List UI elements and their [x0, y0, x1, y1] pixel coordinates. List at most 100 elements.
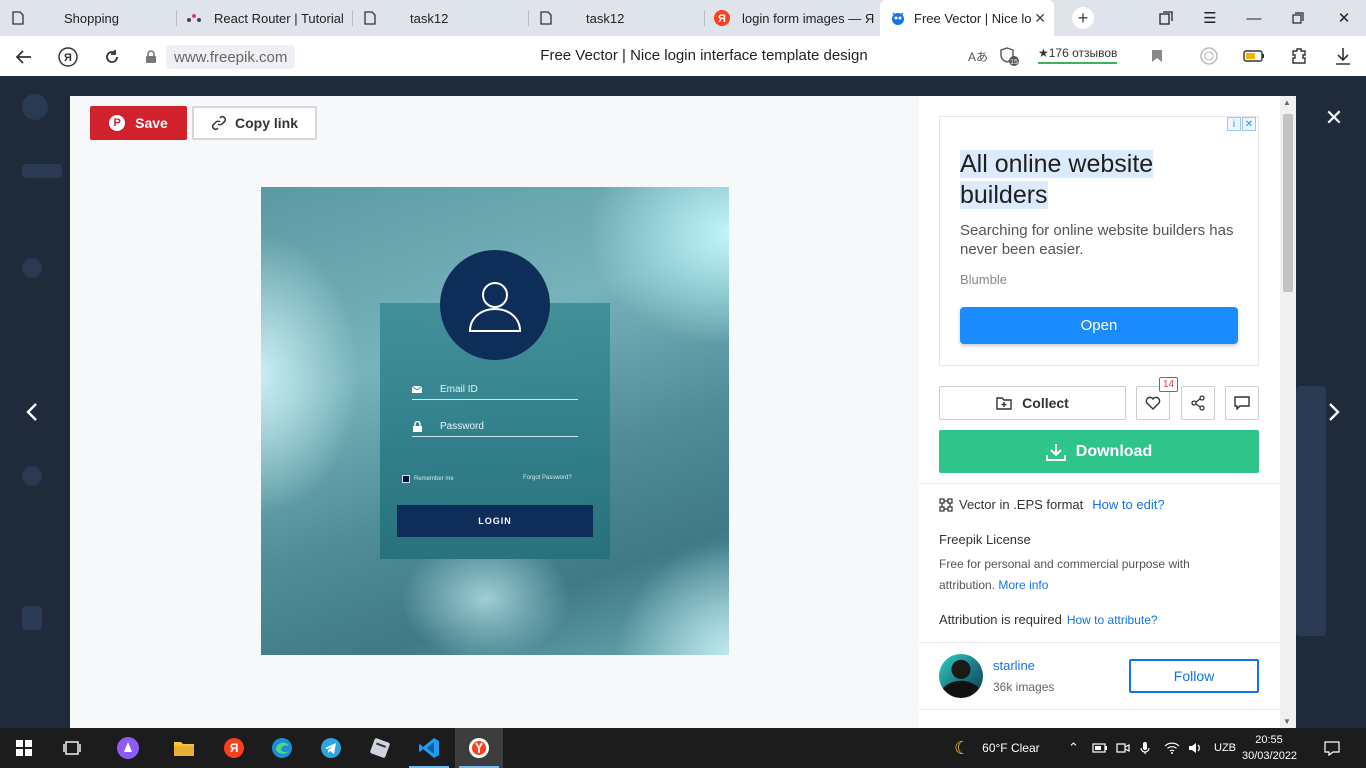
bg-placeholder — [22, 606, 42, 630]
comment-icon — [1234, 396, 1250, 410]
pinterest-icon: P — [109, 115, 126, 131]
ad-brand: Blumble — [960, 272, 1007, 287]
tab-login-form-images[interactable]: Я login form images — Я — [714, 0, 874, 36]
show-hidden-icons[interactable]: ⌃ — [1068, 728, 1079, 768]
collect-button[interactable]: Collect — [939, 386, 1126, 420]
downloads-icon[interactable] — [1332, 45, 1354, 67]
yandex-icon: Я — [714, 10, 730, 26]
extensions-icon[interactable] — [1288, 45, 1310, 67]
scroll-down-icon[interactable]: ▼ — [1283, 717, 1291, 726]
tab-shopping[interactable]: Shopping — [10, 0, 170, 36]
share-button[interactable] — [1181, 386, 1215, 420]
bookmark-icon[interactable] — [1148, 45, 1166, 67]
yandex-logo-icon[interactable]: Я — [55, 44, 81, 70]
windows-start-icon[interactable] — [0, 728, 48, 768]
format-info: Vector in .EPS format How to edit? — [939, 497, 1165, 512]
scroll-thumb[interactable] — [1283, 114, 1293, 292]
task-view-icon[interactable] — [48, 728, 96, 768]
collect-label: Collect — [1022, 395, 1069, 411]
camera-icon[interactable] — [1116, 728, 1130, 768]
format-label: Vector in .EPS format — [959, 497, 1084, 512]
yandex-browser-taskbar-icon[interactable]: Я — [210, 728, 258, 768]
notifications-icon[interactable] — [1324, 728, 1340, 768]
tab-react-router[interactable]: React Router | Tutorial — [186, 0, 356, 36]
next-arrow-icon[interactable] — [1322, 398, 1346, 426]
tab-task12-b[interactable]: task12 — [538, 0, 708, 36]
info-icon[interactable]: i — [1227, 117, 1241, 131]
translate-icon[interactable]: Aあ — [968, 45, 988, 67]
download-button[interactable]: Download — [939, 430, 1259, 473]
checkbox-icon — [402, 475, 410, 483]
author-avatar[interactable] — [939, 654, 983, 698]
clock[interactable]: 20:55 30/03/2022 — [1242, 732, 1298, 764]
language-indicator[interactable]: UZB — [1214, 728, 1236, 768]
battery-icon[interactable] — [1092, 728, 1108, 768]
license-description: Free for personal and commercial purpose… — [939, 557, 1190, 592]
like-count-badge: 14 — [1159, 377, 1179, 392]
advertisement[interactable]: i ✕ All online website builders Searchin… — [939, 116, 1259, 366]
copy-link-button[interactable]: Copy link — [192, 106, 317, 140]
ad-choices[interactable]: i ✕ — [1226, 117, 1256, 131]
tab-separator — [704, 10, 705, 26]
edge-icon[interactable] — [258, 728, 306, 768]
tab-freepik-active[interactable]: Free Vector | Nice lo ✕ — [880, 0, 1054, 36]
divider — [919, 483, 1280, 484]
download-label: Download — [1075, 442, 1153, 460]
reload-icon[interactable] — [99, 44, 125, 70]
tab-label: task12 — [410, 10, 449, 26]
close-tab-icon[interactable]: ✕ — [1034, 10, 1046, 27]
vscode-icon[interactable] — [405, 728, 453, 768]
weather-widget[interactable]: ☾ 60°F Clear — [954, 728, 1040, 768]
telegram-icon[interactable] — [307, 728, 355, 768]
bg-placeholder — [22, 466, 42, 486]
ad-title[interactable]: All online website builders — [960, 149, 1220, 211]
protect-icon[interactable]: 15 — [998, 45, 1020, 67]
tab-label: React Router | Tutorial — [214, 10, 344, 26]
tabs-overview-icon[interactable] — [1146, 0, 1186, 36]
pinterest-save-button[interactable]: P Save — [90, 106, 187, 140]
close-window-icon[interactable]: ✕ — [1324, 0, 1364, 36]
new-tab-button[interactable]: + — [1072, 7, 1094, 29]
padlock-icon — [412, 421, 422, 432]
battery-saver-icon[interactable] — [1242, 45, 1266, 67]
wifi-icon[interactable] — [1164, 728, 1180, 768]
author-name-link[interactable]: starline — [993, 658, 1035, 673]
alice-icon[interactable] — [1198, 45, 1220, 67]
file-explorer-icon[interactable] — [160, 728, 208, 768]
yandex-browser-active-icon[interactable] — [455, 728, 503, 768]
close-ad-icon[interactable]: ✕ — [1242, 117, 1256, 131]
more-info-link[interactable]: More info — [998, 578, 1048, 592]
how-to-edit-link[interactable]: How to edit? — [1092, 497, 1164, 512]
follow-button[interactable]: Follow — [1129, 659, 1259, 693]
close-modal-icon[interactable]: ✕ — [1322, 105, 1346, 130]
windows-taskbar: Я ☾ 60°F Clear ⌃ UZB 20:55 30/03/2022 — [0, 728, 1366, 768]
menu-icon[interactable]: ☰ — [1190, 0, 1230, 36]
microphone-icon[interactable] — [1140, 728, 1150, 768]
modal-scrollbar[interactable]: ▲ ▼ — [1280, 96, 1296, 728]
user-avatar-icon — [440, 250, 550, 360]
weather-text: 60°F Clear — [982, 741, 1040, 755]
volume-icon[interactable] — [1188, 728, 1202, 768]
scroll-up-icon[interactable]: ▲ — [1283, 98, 1291, 107]
document-icon — [362, 10, 378, 26]
lock-icon[interactable] — [139, 44, 163, 70]
how-to-attribute-link[interactable]: How to attribute? — [1067, 613, 1158, 627]
alice-assistant-icon[interactable] — [104, 728, 152, 768]
tab-label: login form images — Я — [742, 10, 874, 26]
ad-title-line2: builders — [960, 181, 1048, 209]
back-arrow-icon[interactable] — [11, 44, 37, 70]
vector-icon — [939, 497, 953, 512]
restore-icon[interactable] — [1278, 0, 1318, 36]
clock-date: 30/03/2022 — [1242, 750, 1298, 762]
app-icon[interactable] — [356, 728, 404, 768]
forgot-password: Forgot Password? — [523, 475, 572, 481]
ad-open-button[interactable]: Open — [960, 307, 1238, 344]
comment-button[interactable] — [1225, 386, 1259, 420]
previous-arrow-icon[interactable] — [20, 398, 44, 426]
url-field[interactable]: www.freepik.com — [166, 45, 296, 69]
minimize-icon[interactable]: — — [1234, 0, 1274, 36]
preview-image[interactable]: Email ID Password Remember me Forgot Pas… — [261, 187, 729, 655]
envelope-icon — [412, 386, 422, 393]
tab-task12-a[interactable]: task12 — [362, 0, 532, 36]
reviews-badge[interactable]: ★176 отзывов — [1038, 46, 1118, 64]
